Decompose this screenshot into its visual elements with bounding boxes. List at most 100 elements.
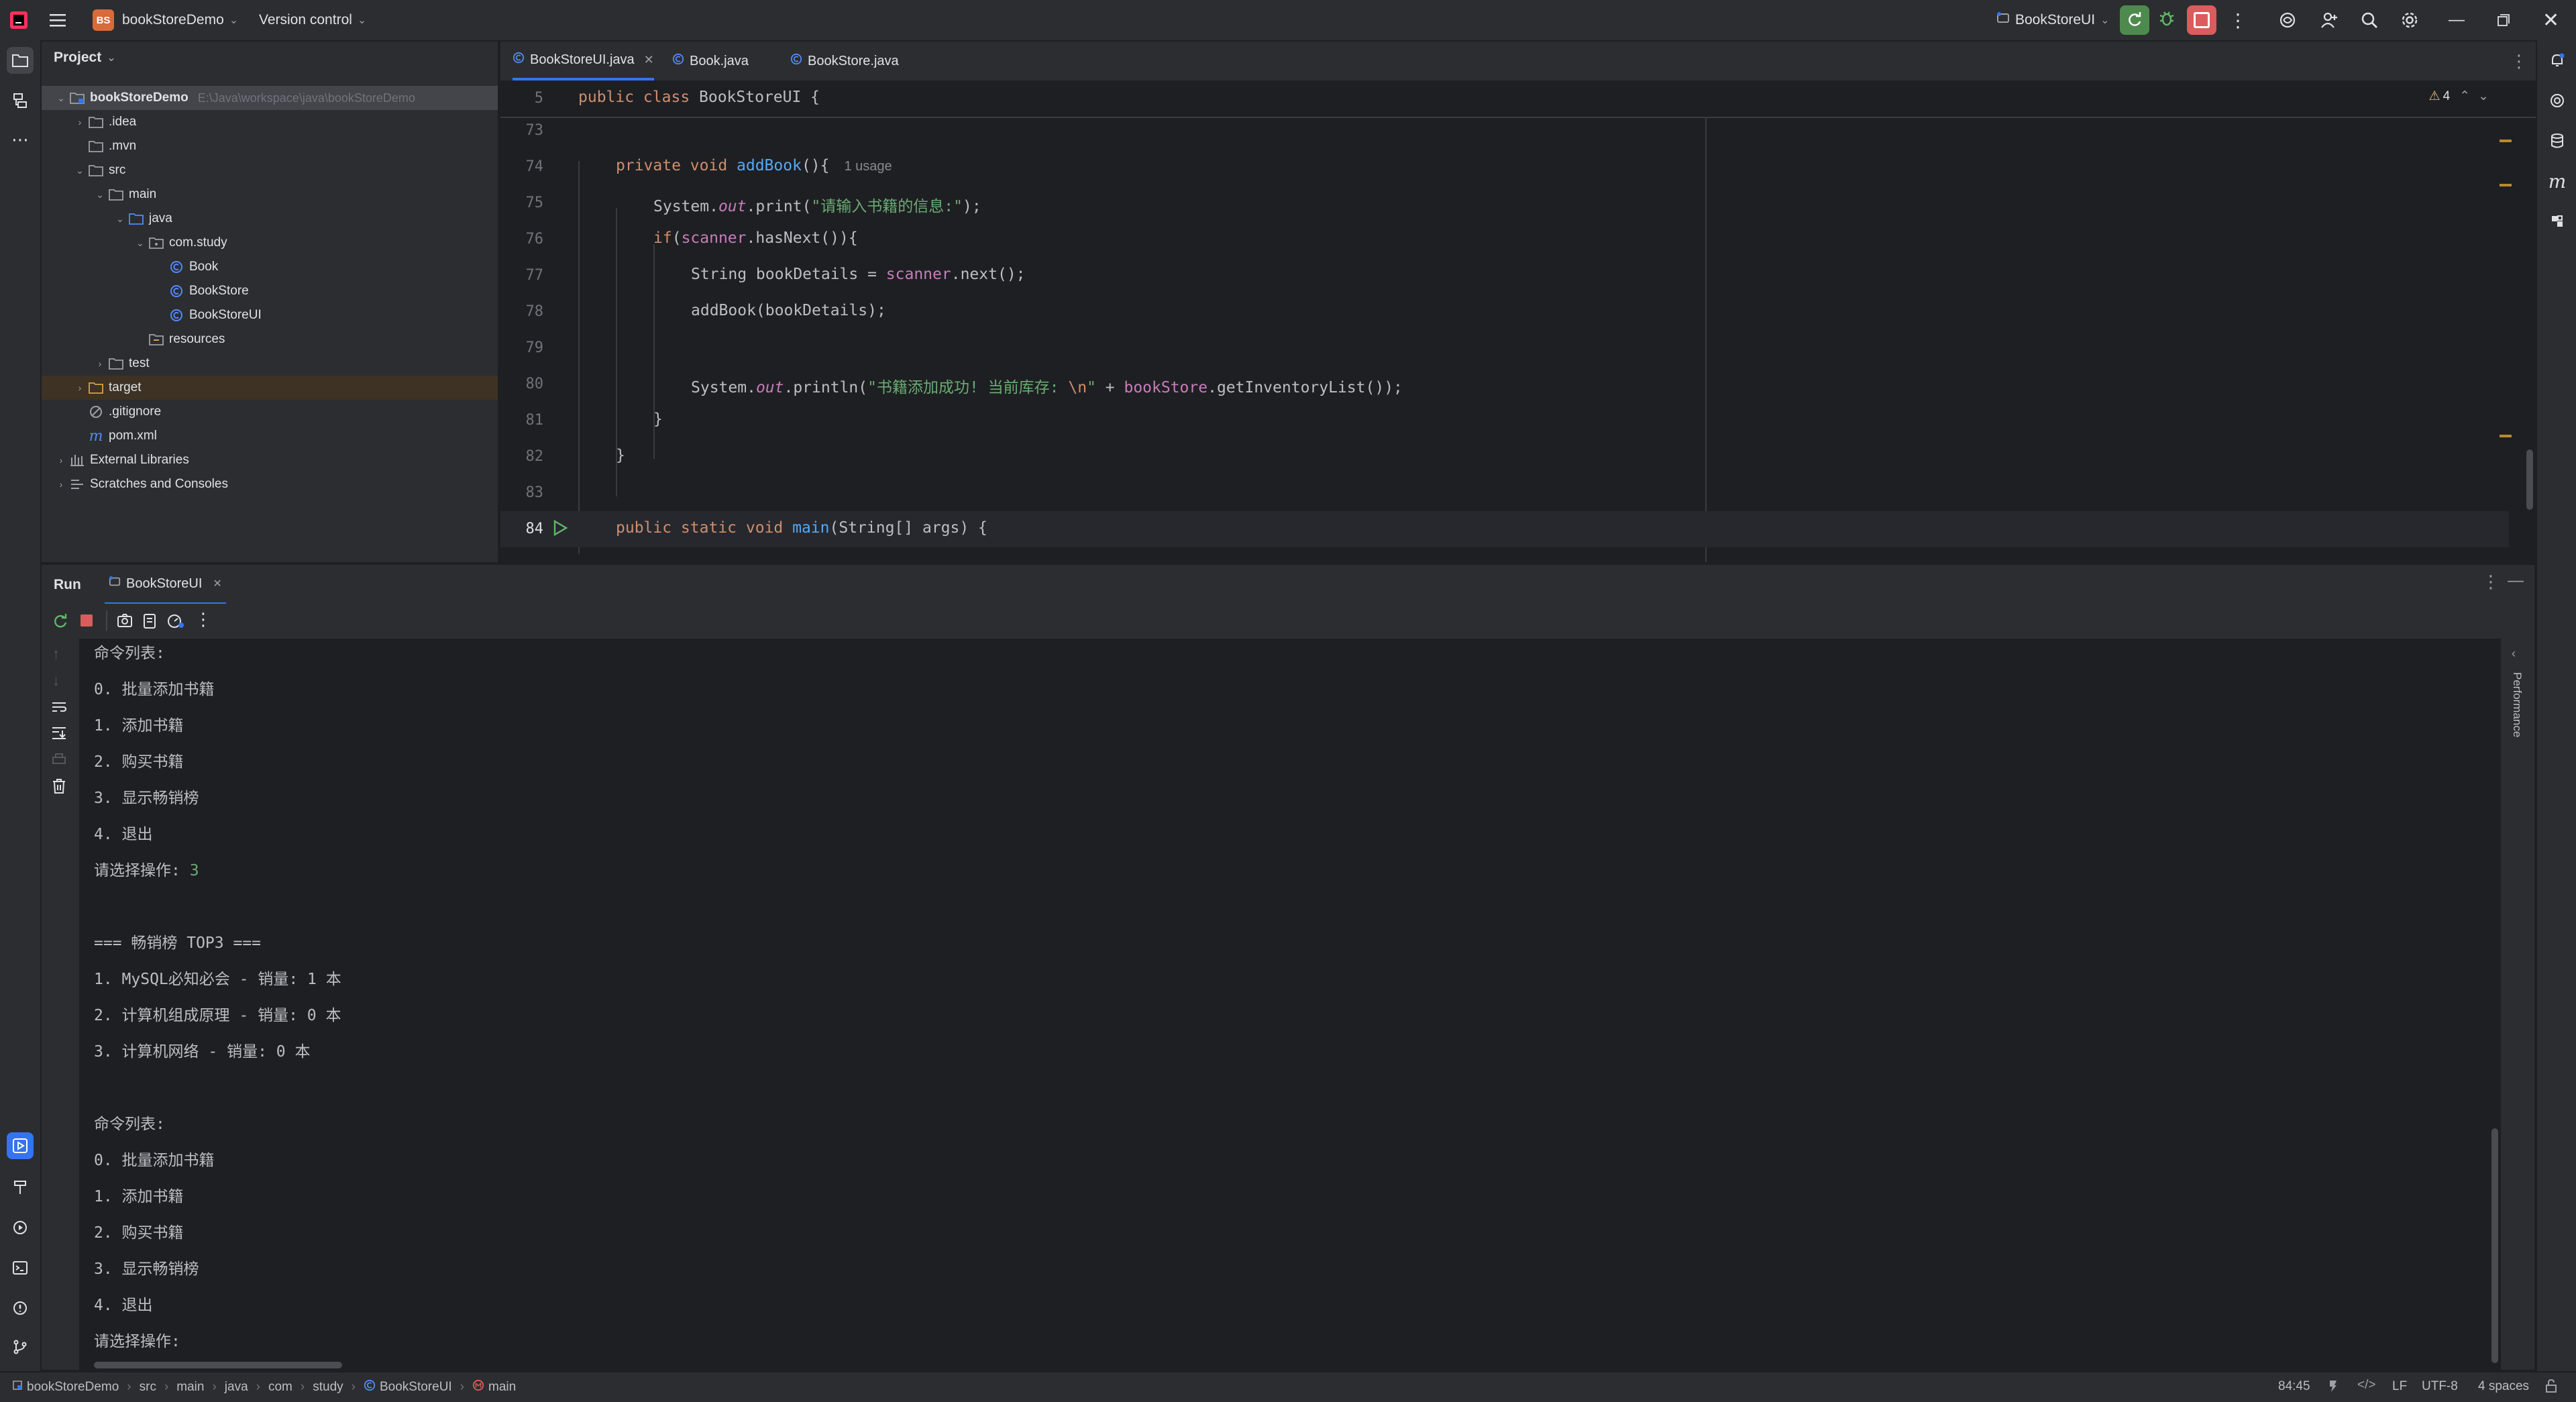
arrow-down-icon[interactable]: ↓ xyxy=(52,672,60,690)
tree-item-bookstoreui[interactable]: BookStoreUI xyxy=(42,303,498,327)
stop-icon[interactable] xyxy=(80,614,93,627)
rerun-icon[interactable] xyxy=(52,613,68,633)
warning-stripe[interactable] xyxy=(2500,435,2512,437)
scroll-to-end-icon[interactable] xyxy=(51,726,67,744)
more-tools-icon[interactable]: ⋯ xyxy=(7,126,34,153)
console-hscrollbar[interactable] xyxy=(94,1362,342,1368)
expand-arrow-icon[interactable]: › xyxy=(72,382,87,393)
soft-wrap-icon[interactable] xyxy=(51,700,67,717)
breadcrumb-item[interactable]: java xyxy=(225,1380,248,1395)
maximize-icon[interactable] xyxy=(2497,0,2510,40)
breadcrumb-item[interactable]: bookStoreDemo xyxy=(27,1380,119,1395)
chevron-down-icon[interactable]: ⌄ xyxy=(2478,89,2489,104)
tab-book[interactable]: Book.java xyxy=(672,42,749,80)
tree-item-package[interactable]: ⌄ com.study xyxy=(42,231,498,255)
print-icon[interactable] xyxy=(51,753,67,771)
breadcrumb-item[interactable]: com xyxy=(268,1380,292,1395)
tree-item-idea[interactable]: › .idea xyxy=(42,110,498,134)
run-tool-icon[interactable] xyxy=(7,1132,34,1159)
code-brackets-icon[interactable]: </> xyxy=(2357,1378,2375,1393)
expand-arrow-icon[interactable]: ⌄ xyxy=(113,213,127,225)
maven-icon[interactable]: m xyxy=(2544,168,2571,195)
debug-button[interactable] xyxy=(2157,0,2176,40)
project-tool-icon[interactable] xyxy=(7,47,34,74)
tab-options-icon[interactable]: ⋮ xyxy=(2510,42,2528,80)
run-options-icon[interactable]: ⋮ xyxy=(2482,572,2500,592)
chevron-up-icon[interactable]: ⌃ xyxy=(2459,89,2470,104)
close-icon[interactable]: ✕ xyxy=(2542,0,2559,40)
camera-icon[interactable] xyxy=(117,613,133,631)
inspection-widget[interactable]: ⚠ 4 ⌃ ⌄ xyxy=(2429,89,2489,104)
warning-stripe[interactable] xyxy=(2500,140,2512,142)
run-config-selector[interactable]: BookStoreUI ⌄ xyxy=(1996,0,2109,40)
editor-scrollbar[interactable] xyxy=(2526,449,2533,510)
tree-item-src[interactable]: ⌄ src xyxy=(42,158,498,182)
more-actions-icon[interactable]: ⋮ xyxy=(2229,0,2247,40)
expand-arrow-icon[interactable]: ⌄ xyxy=(93,189,107,201)
breadcrumb-item[interactable]: main xyxy=(488,1380,516,1395)
console-vscrollbar[interactable] xyxy=(2491,1128,2498,1363)
performance-tab[interactable]: Performance xyxy=(2510,672,2524,737)
close-icon[interactable]: ✕ xyxy=(644,53,654,67)
stop-button[interactable] xyxy=(2187,0,2216,40)
warning-stripe[interactable] xyxy=(2500,184,2512,186)
read-only-lock-icon[interactable] xyxy=(2545,1379,2557,1397)
tree-item-bookstore[interactable]: BookStore xyxy=(42,279,498,303)
tab-bookstore[interactable]: BookStore.java xyxy=(790,42,899,80)
line-separator[interactable]: LF xyxy=(2392,1379,2407,1394)
arrow-up-icon[interactable]: ↑ xyxy=(52,645,60,663)
usage-hint[interactable]: 1 usage xyxy=(845,159,892,174)
trash-icon[interactable] xyxy=(52,778,66,798)
build-tool-icon[interactable] xyxy=(7,1174,34,1201)
expand-arrow-icon[interactable]: › xyxy=(72,117,87,127)
tree-item-target[interactable]: › target xyxy=(42,376,498,400)
expand-arrow-icon[interactable]: › xyxy=(54,479,68,490)
profiler-icon[interactable] xyxy=(166,613,185,633)
code-editor[interactable]: 5 public class BookStoreUI { ⚠ 4 ⌃ ⌄ 73 … xyxy=(500,82,2536,562)
expand-arrow-icon[interactable]: › xyxy=(54,455,68,466)
gear-icon[interactable] xyxy=(2400,0,2419,40)
indent-setting[interactable]: 4 spaces xyxy=(2478,1379,2529,1394)
plugins-icon[interactable] xyxy=(2544,208,2571,235)
caret-position[interactable]: 84:45 xyxy=(2278,1379,2310,1394)
minimize-icon[interactable]: — xyxy=(2449,0,2465,40)
tree-item-scratches[interactable]: › Scratches and Consoles xyxy=(42,472,498,496)
run-gutter-icon[interactable] xyxy=(551,519,569,540)
app-logo-icon[interactable] xyxy=(9,0,28,40)
run-tab-bookstoreui[interactable]: BookStoreUI ✕ xyxy=(105,565,226,605)
tree-item-test[interactable]: › test xyxy=(42,352,498,376)
breadcrumb-item[interactable]: study xyxy=(313,1380,343,1395)
tree-item-mvn[interactable]: .mvn xyxy=(42,134,498,158)
terminal-tool-icon[interactable] xyxy=(7,1254,34,1281)
dump-threads-icon[interactable] xyxy=(142,613,157,633)
breadcrumb-item[interactable]: BookStoreUI xyxy=(380,1380,452,1395)
inspection-icon[interactable] xyxy=(2328,1379,2339,1397)
tree-item-book[interactable]: Book xyxy=(42,255,498,279)
tree-item-pom[interactable]: m pom.xml xyxy=(42,424,498,448)
expand-arrow-icon[interactable]: ⌄ xyxy=(72,165,87,176)
minimize-panel-icon[interactable]: — xyxy=(2508,572,2524,590)
main-menu-icon[interactable] xyxy=(48,0,67,40)
tree-item-main[interactable]: ⌄ main xyxy=(42,182,498,207)
chevron-left-icon[interactable]: ‹ xyxy=(2512,647,2516,661)
tree-item-resources[interactable]: resources xyxy=(42,327,498,352)
tab-bookstoreui[interactable]: BookStoreUI.java ✕ xyxy=(513,42,654,80)
services-tool-icon[interactable] xyxy=(7,1214,34,1241)
problems-tool-icon[interactable] xyxy=(7,1295,34,1322)
tree-item-root[interactable]: ⌄ bookStoreDemo E:\Java\workspace\java\b… xyxy=(42,86,498,110)
close-icon[interactable]: ✕ xyxy=(213,577,221,590)
breadcrumb-item[interactable]: main xyxy=(176,1380,204,1395)
expand-arrow-icon[interactable]: › xyxy=(93,358,107,369)
code-with-me-icon[interactable] xyxy=(2320,0,2339,40)
database-icon[interactable] xyxy=(2544,127,2571,154)
expand-arrow-icon[interactable]: ⌄ xyxy=(133,237,148,249)
vcs-widget[interactable]: Version control ⌄ xyxy=(259,0,366,40)
search-icon[interactable] xyxy=(2360,0,2379,40)
sticky-scroll[interactable]: 5 public class BookStoreUI { xyxy=(500,82,2536,118)
project-panel-header[interactable]: Project ⌄ xyxy=(54,50,116,66)
tree-item-java[interactable]: ⌄ java xyxy=(42,207,498,231)
breadcrumb-item[interactable]: src xyxy=(140,1380,156,1395)
tree-item-external-libraries[interactable]: › External Libraries xyxy=(42,448,498,472)
notifications-icon[interactable] xyxy=(2544,47,2571,74)
ai-chat-icon[interactable] xyxy=(2544,87,2571,114)
